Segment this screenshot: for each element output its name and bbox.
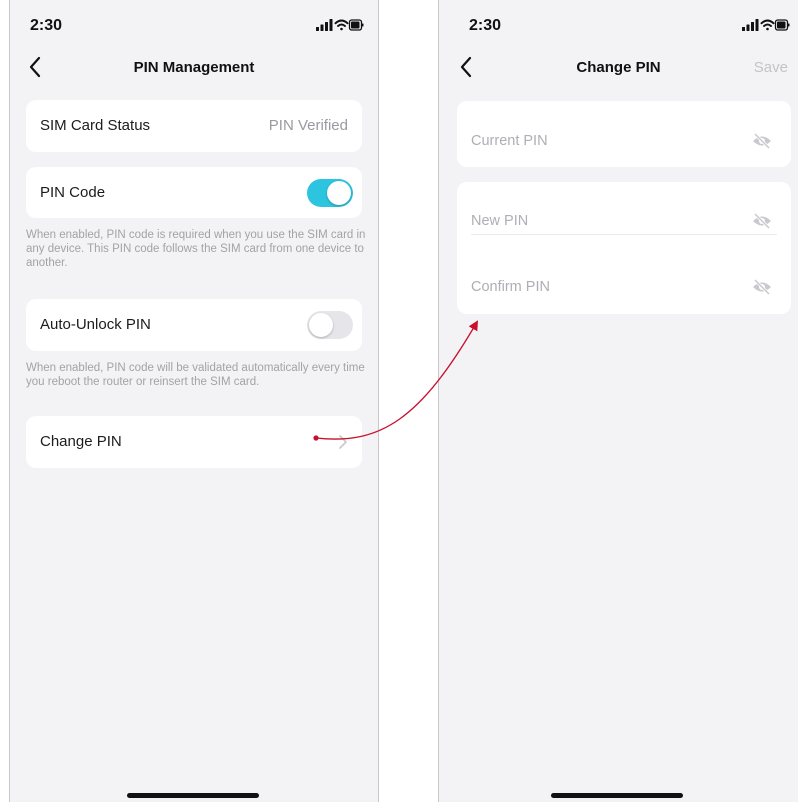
auto-unlock-label: Auto-Unlock PIN [40, 316, 151, 333]
toggle-knob [327, 181, 351, 205]
field-divider [471, 234, 777, 235]
eye-off-icon[interactable] [751, 278, 773, 296]
status-icons [742, 18, 790, 32]
current-pin-field[interactable]: Current PIN [471, 133, 548, 149]
toggle-knob [309, 313, 333, 337]
page-title: PIN Management [133, 59, 255, 76]
auto-unlock-toggle[interactable] [307, 311, 353, 339]
change-pin-row[interactable]: Change PIN [26, 416, 362, 468]
sim-card-status-label: SIM Card Status [40, 117, 151, 134]
new-pin-field[interactable]: New PIN [471, 213, 528, 229]
pin-code-label: PIN Code [40, 184, 106, 201]
confirm-pin-field[interactable]: Confirm PIN [471, 279, 550, 295]
auto-unlock-hint: When enabled, PIN code will be validated… [26, 362, 365, 388]
nav-bar: PIN Management [10, 50, 378, 86]
pin-code-hint: When enabled, PIN code is required when … [26, 229, 366, 269]
page-title: Change PIN [576, 59, 661, 76]
wifi-icon [334, 19, 349, 31]
eye-off-icon[interactable] [751, 212, 773, 230]
chevron-right-icon [339, 435, 347, 449]
pin-code-toggle[interactable] [307, 179, 353, 207]
home-indicator [127, 793, 259, 798]
status-icons [316, 18, 364, 32]
battery-icon [348, 19, 364, 31]
status-bar: 2:30 [439, 0, 798, 50]
sim-card-status-value: PIN Verified [268, 117, 348, 134]
new-pin-card: New PIN Confirm PIN [457, 182, 791, 314]
wifi-icon [760, 19, 775, 31]
status-bar: 2:30 [10, 0, 378, 50]
eye-off-icon[interactable] [751, 132, 773, 150]
home-indicator [551, 793, 683, 798]
status-time: 2:30 [30, 17, 63, 34]
auto-unlock-row: Auto-Unlock PIN [26, 299, 362, 351]
pin-management-screen: 2:30 PIN Management SIM Card Status PIN … [9, 0, 379, 802]
change-pin-label: Change PIN [40, 433, 122, 450]
current-pin-card: Current PIN [457, 101, 791, 167]
signal-icon [742, 19, 759, 31]
save-button[interactable]: Save [754, 59, 788, 76]
signal-icon [316, 19, 333, 31]
nav-bar: Change PIN Save [439, 50, 798, 86]
change-pin-screen: 2:30 Change PIN Save Current PIN New PIN… [438, 0, 798, 802]
status-time: 2:30 [469, 17, 502, 34]
pin-code-row: PIN Code [26, 167, 362, 218]
sim-card-status-row: SIM Card Status PIN Verified [26, 100, 362, 152]
battery-icon [774, 19, 790, 31]
